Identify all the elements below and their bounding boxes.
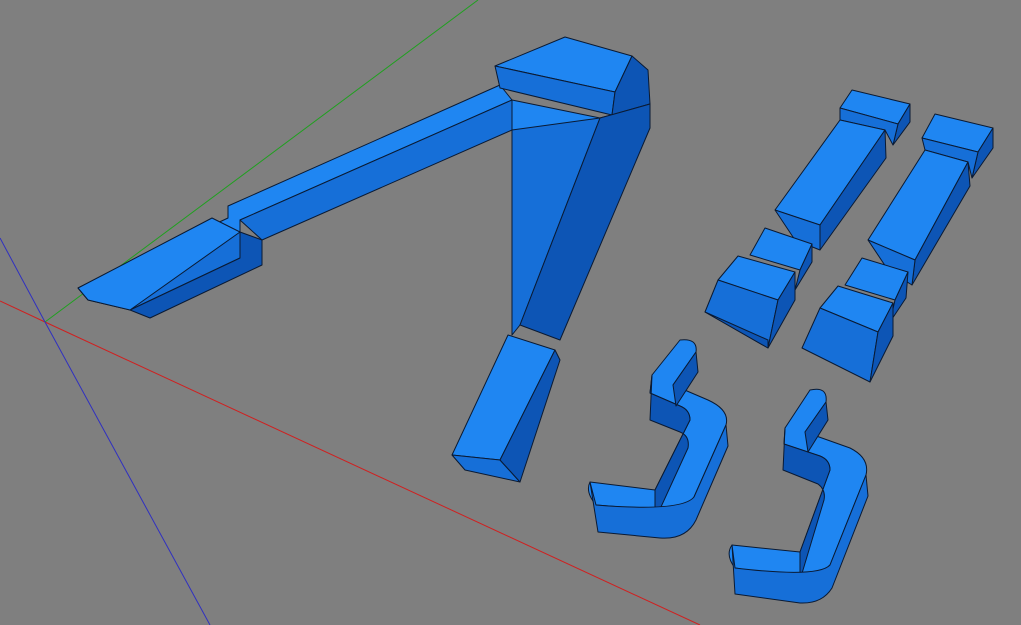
x-axis-line-neg [0, 300, 46, 323]
scene-canvas[interactable] [0, 0, 1021, 625]
z-axis-line-neg [0, 237, 46, 323]
3d-viewport[interactable] [0, 0, 1021, 625]
z-axis-line [44, 321, 211, 625]
x-axis-line [44, 321, 701, 625]
triangle-frame-part[interactable] [77, 36, 651, 483]
hook-part-left[interactable] [588, 339, 729, 539]
hook-part-right[interactable] [728, 388, 869, 604]
